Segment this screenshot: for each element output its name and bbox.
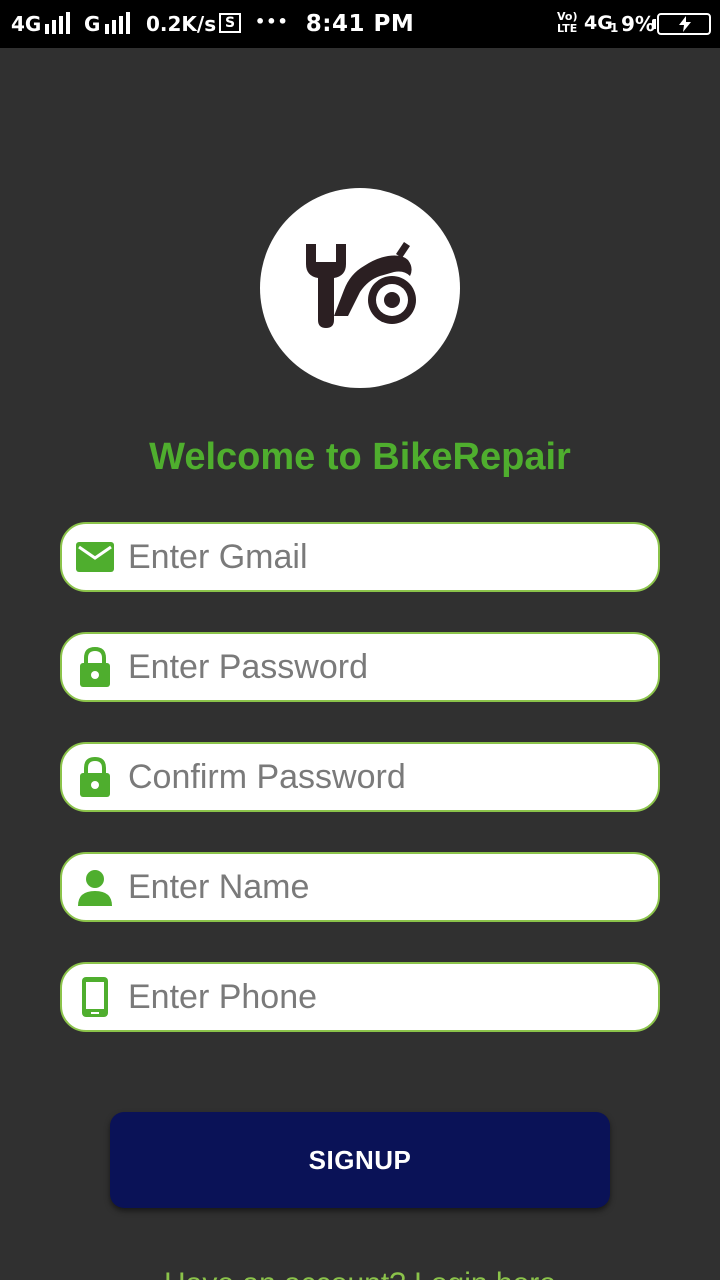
- email-input[interactable]: [128, 532, 638, 582]
- battery-percent: 9%: [621, 12, 655, 36]
- confirm-password-field[interactable]: [60, 742, 660, 812]
- phone-field[interactable]: [60, 962, 660, 1032]
- lte-label: LTE: [557, 22, 578, 35]
- signup-button[interactable]: SIGNUP: [110, 1112, 610, 1208]
- network-type-label-3: 4G: [584, 12, 613, 34]
- charging-icon: [679, 16, 691, 32]
- email-field[interactable]: [60, 522, 660, 592]
- sim-slot-label: 1: [610, 21, 619, 35]
- name-input[interactable]: [128, 862, 638, 912]
- status-bar: 4G G 0.2K/s S ••• 8:41 PM Vo) LTE 4G 1 9…: [0, 0, 720, 48]
- login-link[interactable]: Have an account? Login here: [0, 1262, 720, 1280]
- lock-icon: [80, 756, 110, 797]
- confirm-password-input[interactable]: [128, 752, 638, 802]
- lock-icon: [80, 646, 110, 687]
- welcome-title: Welcome to BikeRepair: [149, 436, 571, 478]
- phone-icon: [82, 977, 108, 1017]
- password-field[interactable]: [60, 632, 660, 702]
- password-input[interactable]: [128, 642, 638, 692]
- app-logo: [260, 188, 460, 388]
- mail-icon: [76, 542, 114, 572]
- name-field[interactable]: [60, 852, 660, 922]
- battery-icon: [657, 13, 711, 35]
- bike-repair-icon: [306, 242, 416, 328]
- person-icon: [78, 870, 112, 906]
- phone-input[interactable]: [128, 972, 638, 1022]
- battery-nub: [652, 19, 656, 29]
